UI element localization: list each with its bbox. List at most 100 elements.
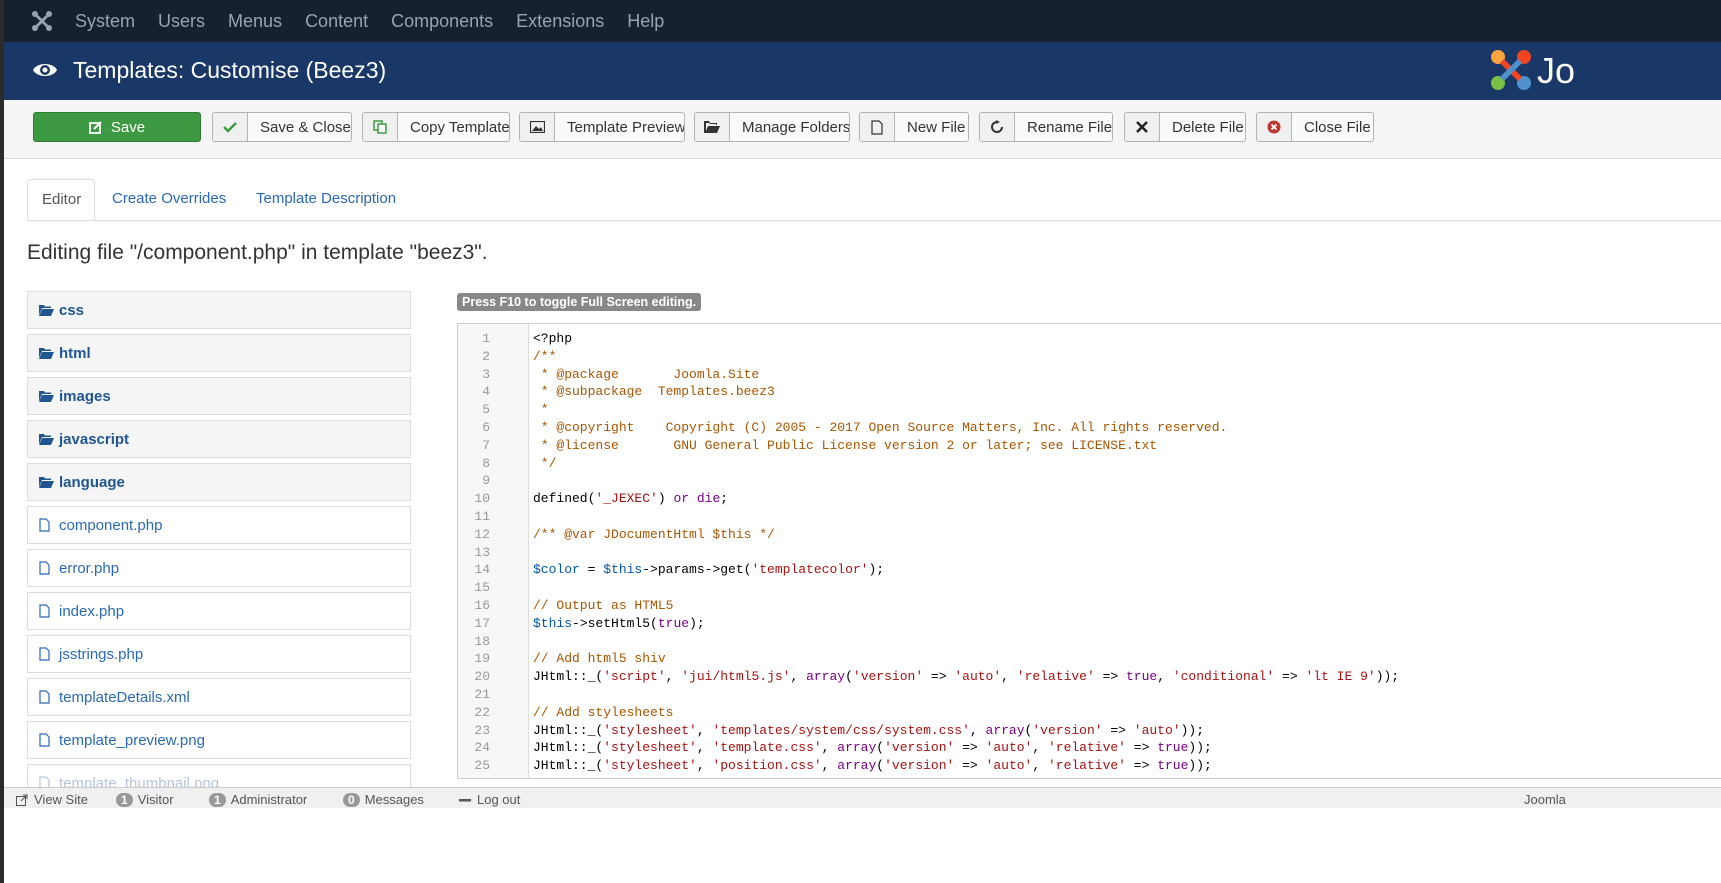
line-number: 1 xyxy=(482,331,490,346)
code-text: // Add stylesheets xyxy=(533,704,674,720)
file-jsstrings-php[interactable]: jsstrings.php xyxy=(27,635,411,673)
file-templatedetails-xml[interactable]: templateDetails.xml xyxy=(27,678,411,716)
folder-language[interactable]: language xyxy=(27,463,411,501)
close-file-button[interactable]: Close File xyxy=(1256,112,1374,142)
file-icon xyxy=(39,518,54,532)
copy-template-label: Copy Template xyxy=(410,118,510,136)
messages-count[interactable]: 0 Messages xyxy=(343,792,424,807)
refresh-icon xyxy=(980,113,1015,141)
joomla-logo-icon[interactable] xyxy=(30,9,54,33)
line-number: 4 xyxy=(482,384,490,400)
tab-create-overrides[interactable]: Create Overrides xyxy=(112,179,226,220)
page-header: Templates: Customise (Beez3) Jo xyxy=(4,42,1721,100)
file-icon xyxy=(39,647,54,661)
file-icon xyxy=(39,690,54,704)
menu-extensions[interactable]: Extensions xyxy=(516,11,604,32)
file-icon xyxy=(39,733,54,747)
tab-template-description[interactable]: Template Description xyxy=(256,179,396,220)
joomla-brand-logo-icon xyxy=(1491,50,1531,90)
save-button[interactable]: Save xyxy=(33,112,201,142)
folder-label: html xyxy=(59,344,91,362)
line-number: 17 xyxy=(474,615,490,631)
line-number: 23 xyxy=(474,722,490,738)
view-site-link[interactable]: View Site xyxy=(16,792,88,807)
file-error-php[interactable]: error.php xyxy=(27,549,411,587)
app-window: System Users Menus Content Components Ex… xyxy=(4,0,1721,883)
menu-content[interactable]: Content xyxy=(305,11,368,32)
menu-components[interactable]: Components xyxy=(391,11,493,32)
code-text: JHtml::_('stylesheet', 'templates/system… xyxy=(533,722,1204,738)
menu-menus[interactable]: Menus xyxy=(228,11,282,32)
template-preview-label: Template Preview xyxy=(567,118,685,136)
folder-css[interactable]: css xyxy=(27,291,411,329)
manage-folders-button[interactable]: Manage Folders xyxy=(694,112,850,142)
line-number: 9 xyxy=(482,473,490,489)
file-tree: css html images javascript language comp… xyxy=(27,291,411,791)
delete-file-label: Delete File xyxy=(1172,118,1244,136)
view-site-label: View Site xyxy=(34,792,88,807)
line-number: 14 xyxy=(474,562,490,578)
code-text: JHtml::_('stylesheet', 'template.css', a… xyxy=(533,740,1212,756)
template-preview-button[interactable]: Template Preview xyxy=(519,112,685,142)
line-number: 13 xyxy=(474,544,490,560)
folder-label: javascript xyxy=(59,430,130,448)
save-close-button[interactable]: Save & Close xyxy=(212,112,352,142)
joomla-brand-text: Jo xyxy=(1537,50,1576,91)
code-editor[interactable]: 1 <?php 2 /** 3 * @package Joomla.Site 4 * @s… xyxy=(457,323,1721,779)
line-number: 21 xyxy=(474,687,490,702)
file-icon xyxy=(39,604,54,618)
code-text: * @subpackage Templates.beez3 xyxy=(533,384,775,400)
rename-file-button[interactable]: Rename File xyxy=(979,112,1113,142)
code-text: JHtml::_('script', 'jui/html5.js', array… xyxy=(533,669,1400,685)
file-component-php[interactable]: component.php xyxy=(27,506,411,544)
code-text: * xyxy=(533,402,549,418)
copy-icon xyxy=(363,113,398,141)
copy-template-button[interactable]: Copy Template xyxy=(362,112,510,142)
edit-icon xyxy=(88,121,102,134)
line-number: 19 xyxy=(474,651,490,667)
file-template-preview-png[interactable]: template_preview.png xyxy=(27,721,411,759)
folder-icon xyxy=(39,389,54,403)
check-icon xyxy=(213,113,248,141)
manage-folders-label: Manage Folders xyxy=(742,118,850,136)
file-label: component.php xyxy=(59,516,163,534)
code-text: JHtml::_('stylesheet', 'position.css', a… xyxy=(533,758,1212,774)
code-text: /** @var JDocumentHtml $this */ xyxy=(533,526,775,542)
folder-images[interactable]: images xyxy=(27,377,411,415)
file-label: jsstrings.php xyxy=(59,645,144,663)
messages-label: Messages xyxy=(364,792,424,807)
menu-users[interactable]: Users xyxy=(158,11,205,32)
line-number: 25 xyxy=(474,758,490,774)
line-number: 18 xyxy=(474,633,490,649)
admin-label: Administrator xyxy=(230,792,308,807)
line-number: 20 xyxy=(474,669,490,685)
code-text: $color = $this->params->get('templatecol… xyxy=(533,562,885,578)
folder-icon xyxy=(39,475,54,489)
logout-link[interactable]: Log out xyxy=(459,792,520,807)
code-text: // Add html5 shiv xyxy=(533,651,666,667)
new-file-label: New File xyxy=(907,118,966,136)
minus-icon xyxy=(459,798,471,801)
folder-html[interactable]: html xyxy=(27,334,411,372)
tab-editor[interactable]: Editor xyxy=(27,179,95,220)
file-icon xyxy=(39,561,54,575)
file-index-php[interactable]: index.php xyxy=(27,592,411,630)
file-icon xyxy=(860,113,895,141)
menu-help[interactable]: Help xyxy=(627,11,664,32)
page-title: Templates: Customise (Beez3) xyxy=(73,57,387,83)
menu-system[interactable]: System xyxy=(75,11,135,32)
folder-javascript[interactable]: javascript xyxy=(27,420,411,458)
line-number: 5 xyxy=(482,402,490,418)
line-number: 11 xyxy=(474,509,490,524)
admin-count: 1 Administrator xyxy=(209,792,307,807)
delete-file-button[interactable]: Delete File xyxy=(1124,112,1246,142)
line-number: 8 xyxy=(482,455,490,471)
file-label: templateDetails.xml xyxy=(59,688,190,706)
line-number: 3 xyxy=(482,366,490,382)
eye-icon xyxy=(33,64,57,76)
external-link-icon xyxy=(16,794,28,806)
code-text: // Output as HTML5 xyxy=(533,598,674,613)
folder-label: language xyxy=(59,473,125,491)
visitor-badge: 1 xyxy=(116,792,133,807)
new-file-button[interactable]: New File xyxy=(859,112,969,142)
